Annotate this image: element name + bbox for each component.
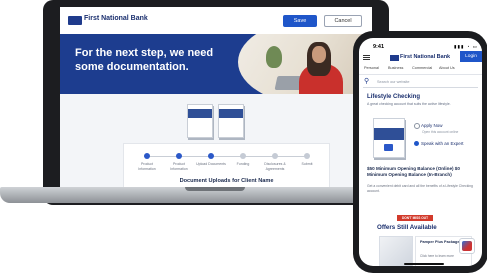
login-button[interactable]: Login — [460, 51, 482, 62]
hero-title: For the next step, we need some document… — [75, 47, 214, 73]
bank-logo-icon — [68, 16, 82, 25]
laptop-notch — [185, 187, 245, 191]
offer-image — [379, 236, 413, 266]
site-header: First National Bank Save Cancel — [60, 7, 372, 35]
document-band — [188, 109, 212, 118]
step-dot — [144, 153, 150, 159]
step-label: Upload Documents — [196, 162, 226, 166]
cancel-button[interactable]: Cancel — [324, 15, 362, 27]
product-description: A great checking account that suits the … — [367, 102, 451, 106]
nav-item-business[interactable]: Business — [388, 66, 403, 70]
step-dot — [208, 153, 214, 159]
nav-bar: Personal Business Commercial About Us — [359, 65, 482, 75]
product-card-illustration — [373, 118, 405, 158]
step-dot — [240, 153, 246, 159]
menu-icon[interactable] — [363, 55, 370, 56]
bank-name: First National Bank — [400, 54, 451, 60]
search-placeholder: Search our website — [377, 80, 410, 84]
document-illustration — [187, 104, 213, 138]
step-dot — [272, 153, 278, 159]
speak-radio[interactable] — [414, 141, 419, 146]
floating-action-button[interactable] — [459, 238, 475, 254]
upload-title: Document Uploads for Client Name — [179, 178, 274, 184]
minimum-balance-subtext: Get a convenient debit card and all the … — [367, 184, 473, 193]
nav-item-about[interactable]: About Us — [439, 66, 455, 70]
apply-radio[interactable] — [414, 123, 420, 129]
step-label: Product Information — [170, 162, 188, 171]
speak-expert-link[interactable]: Speak with an Expert — [421, 141, 464, 146]
step-dot — [176, 153, 182, 159]
progress-line — [144, 156, 309, 157]
home-indicator — [404, 263, 444, 265]
plant-image — [266, 46, 282, 68]
document-illustration — [218, 104, 244, 138]
step-label: Funding — [236, 162, 250, 166]
card-band — [374, 128, 404, 140]
status-icons: ▮▮▮ ◔ ▭ — [454, 44, 478, 49]
apply-subtext: Open this account online — [422, 130, 459, 134]
search-input[interactable]: ⚲ Search our website — [363, 77, 478, 88]
promo-badge: DON'T MISS OUT — [397, 215, 433, 221]
bank-logo-icon — [390, 55, 399, 61]
save-button[interactable]: Save — [283, 15, 317, 27]
search-icon: ⚲ — [364, 78, 370, 85]
step-dot — [304, 153, 310, 159]
progress-card: Product Information Product Information … — [123, 143, 330, 190]
laptop-screen: First National Bank Save Cancel For the … — [60, 7, 372, 190]
nav-item-personal[interactable]: Personal — [364, 66, 379, 70]
offer-link[interactable]: Click here to learn more — [420, 254, 468, 258]
bank-name: First National Bank — [84, 15, 148, 22]
document-band — [219, 109, 243, 118]
app-icon — [462, 241, 472, 251]
step-label: Submit — [301, 162, 313, 166]
apply-now-link[interactable]: Apply Now — [421, 123, 443, 128]
offers-title: Offers Still Available — [377, 224, 437, 231]
status-time: 9:41 — [373, 44, 385, 50]
woman-face-image — [312, 46, 326, 63]
phone-screen: 9:41 ▮▮▮ ◔ ▭ First National Bank Login P… — [359, 38, 482, 266]
minimum-balance-text: $50 Minimum Opening Balance (Online) $0 … — [367, 166, 460, 177]
product-title: Lifestyle Checking — [367, 94, 421, 100]
step-label: Disclosures & Agreements — [264, 162, 286, 171]
nav-item-commercial[interactable]: Commercial — [412, 66, 432, 70]
step-label: Product Information — [138, 162, 156, 171]
hero-banner: For the next step, we need some document… — [60, 34, 372, 94]
card-icon — [384, 144, 393, 151]
